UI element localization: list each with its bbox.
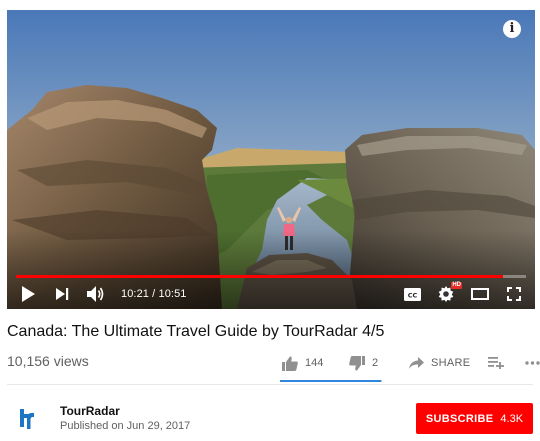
divider — [7, 384, 533, 385]
player-controls: 10:21 / 10:51 CC HD — [7, 279, 535, 309]
svg-text:CC: CC — [407, 291, 417, 299]
share-icon — [409, 357, 424, 369]
volume-icon[interactable] — [85, 283, 107, 305]
publish-date: Published on Jun 29, 2017 — [60, 420, 191, 432]
video-actions: 144 2 SHARE — [282, 352, 540, 374]
dislike-button[interactable]: 2 — [349, 355, 393, 371]
theater-mode-icon[interactable] — [469, 283, 491, 305]
subscribe-label: SUBSCRIBE — [425, 412, 494, 425]
share-label: SHARE — [431, 357, 471, 369]
more-icon — [525, 361, 540, 365]
view-count: 10,156 views — [7, 353, 89, 369]
channel-name[interactable]: TourRadar — [60, 404, 120, 418]
subscriber-count: 4.3K — [500, 412, 524, 425]
like-button[interactable]: 144 — [282, 356, 334, 371]
more-button[interactable] — [525, 361, 540, 365]
fullscreen-icon[interactable] — [503, 283, 525, 305]
thumbs-up-icon — [282, 356, 298, 371]
play-icon[interactable] — [17, 283, 39, 305]
subscribe-button[interactable]: SUBSCRIBE 4.3K — [416, 403, 533, 434]
add-to-playlist-icon — [488, 357, 505, 369]
like-count: 144 — [305, 357, 324, 369]
progress-bar-played — [16, 275, 503, 278]
video-title: Canada: The Ultimate Travel Guide by Tou… — [7, 323, 385, 340]
time-display: 10:21 / 10:51 — [121, 288, 187, 300]
share-button[interactable]: SHARE — [409, 357, 470, 369]
sentiment-bar-likes — [280, 380, 381, 382]
video-player[interactable]: i 10:21 / 10:51 CC HD — [7, 10, 535, 309]
add-to-playlist-button[interactable] — [488, 357, 505, 369]
thumbs-down-icon — [349, 355, 365, 370]
video-frame[interactable] — [7, 10, 535, 309]
next-icon[interactable] — [51, 283, 73, 305]
sentiment-bar — [280, 380, 382, 382]
progress-bar[interactable] — [16, 275, 526, 278]
settings-icon[interactable]: HD — [435, 282, 462, 305]
dislike-count: 2 — [372, 357, 379, 369]
captions-icon[interactable]: CC — [401, 283, 423, 305]
channel-avatar[interactable] — [13, 405, 41, 433]
hd-badge: HD — [451, 282, 462, 289]
info-icon[interactable]: i — [503, 20, 521, 38]
